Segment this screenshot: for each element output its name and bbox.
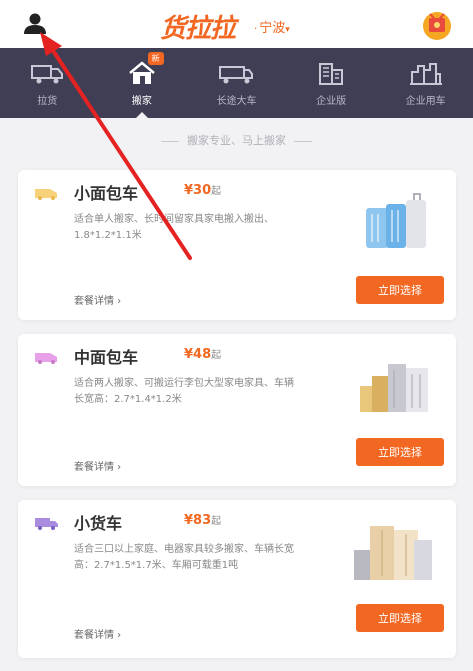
- long-truck-icon: [219, 66, 254, 84]
- vehicle-price: ¥48起: [184, 346, 221, 362]
- vehicle-spec: 适合两人搬家、可搬运行李包大型家电家具、车辆长宽高：2.7*1.4*1.2米: [74, 378, 294, 405]
- package-detail-link[interactable]: 套餐详情 ›: [74, 626, 121, 641]
- chevron-down-icon: ▾: [285, 25, 290, 35]
- select-vehicle-button[interactable]: 立即选择: [356, 276, 444, 304]
- vehicle-title: 小面包车: [74, 184, 139, 203]
- service-nav-bar: 拉货 新 搬家 长途大车 企业版 企业用车: [0, 48, 473, 118]
- divider: [294, 140, 312, 142]
- tab-long-haul[interactable]: 长途大车: [189, 48, 284, 118]
- city-buildings-icon: [409, 63, 442, 85]
- package-detail-link[interactable]: 套餐详情 ›: [74, 292, 121, 307]
- furniture-illustration: [354, 526, 432, 580]
- boxes-illustration: [360, 364, 428, 412]
- price-value: ¥30: [184, 183, 212, 198]
- vehicle-spec: 适合单人搬家、长时间留家具家电搬入搬出、1.8*1.2*1.1米: [74, 214, 274, 241]
- tab-freight[interactable]: 拉货: [0, 48, 95, 118]
- vehicle-card-small-van[interactable]: 小面包车 ¥30起 适合单人搬家、长时间留家具家电搬入搬出、1.8*1.2*1.…: [18, 170, 456, 320]
- tab-enterprise[interactable]: 企业版: [284, 48, 379, 118]
- vehicle-title: 中面包车: [74, 348, 139, 367]
- city-separator: ·: [254, 24, 258, 35]
- tab-freight-label: 拉货: [37, 96, 58, 107]
- app-logo: 货拉拉: [160, 14, 236, 44]
- vehicle-price: ¥30起: [184, 182, 221, 198]
- price-unit: 起: [211, 350, 222, 361]
- select-vehicle-button[interactable]: 立即选择: [356, 438, 444, 466]
- tab-enterprise-label: 企业版: [316, 96, 347, 107]
- user-profile-icon[interactable]: [22, 12, 48, 36]
- building-icon: [319, 63, 344, 85]
- vehicle-title: 小货车: [74, 514, 123, 533]
- tab-moving[interactable]: 新 搬家: [95, 48, 190, 118]
- service-hint: 搬家专业、马上搬家: [0, 132, 473, 148]
- tab-enterprise-vehicle-label: 企业用车: [405, 96, 446, 107]
- vehicle-card-medium-van[interactable]: 中面包车 ¥48起 适合两人搬家、可搬运行李包大型家电家具、车辆长宽高：2.7*…: [18, 334, 456, 486]
- van-icon: [35, 189, 57, 200]
- city-selector[interactable]: · 宁波▾: [252, 17, 290, 36]
- vehicle-card-small-truck[interactable]: 小货车 ¥83起 适合三口以上家庭、电器家具较多搬家、车辆长宽高：2.7*1.5…: [18, 500, 456, 658]
- red-envelope-promo-icon[interactable]: [420, 8, 454, 42]
- price-unit: 起: [211, 516, 222, 527]
- city-label: 宁波: [259, 21, 286, 36]
- hint-text: 搬家专业、马上搬家: [187, 134, 286, 147]
- truck-icon: [35, 518, 58, 530]
- package-detail-link[interactable]: 套餐详情 ›: [74, 458, 121, 473]
- app-header: 货拉拉 · 宁波▾: [0, 0, 473, 48]
- van-icon: [35, 353, 57, 364]
- divider: [161, 140, 179, 142]
- price-unit: 起: [211, 186, 222, 197]
- price-value: ¥48: [184, 347, 212, 362]
- tab-long-haul-label: 长途大车: [216, 96, 257, 107]
- select-vehicle-button[interactable]: 立即选择: [356, 604, 444, 632]
- luggage-illustration: [366, 193, 426, 248]
- new-badge: 新: [147, 52, 164, 65]
- price-value: ¥83: [184, 513, 212, 528]
- vehicle-spec: 适合三口以上家庭、电器家具较多搬家、车辆长宽高：2.7*1.5*1.7米、车厢可…: [74, 544, 294, 571]
- tab-enterprise-vehicle[interactable]: 企业用车: [378, 48, 473, 118]
- vehicle-price: ¥83起: [184, 512, 221, 528]
- tab-moving-label: 搬家: [131, 96, 152, 107]
- truck-icon: [31, 65, 64, 84]
